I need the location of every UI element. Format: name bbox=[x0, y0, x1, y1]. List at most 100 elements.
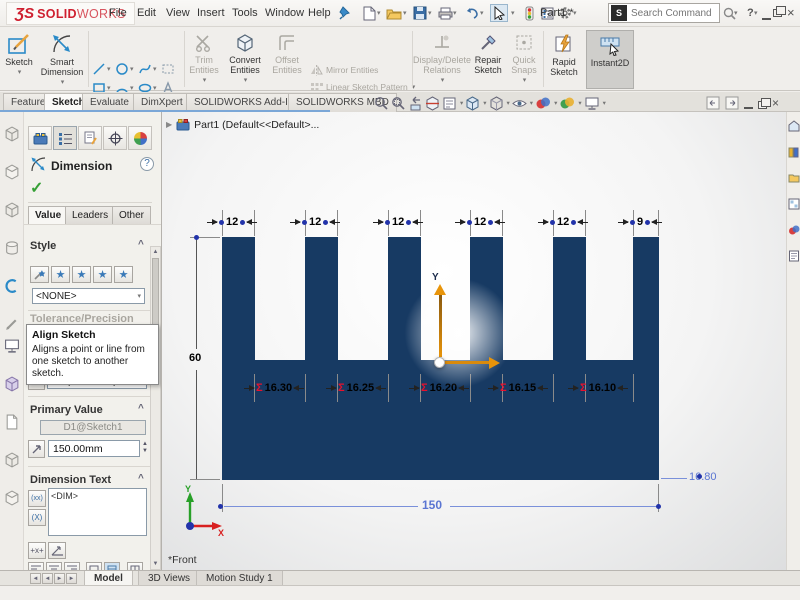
appearance-dropdown[interactable]: ▾ bbox=[554, 99, 557, 107]
smart-dimension-button[interactable]: Smart Dimension ▾ bbox=[38, 30, 86, 89]
dimension-text-collapse-icon[interactable]: ^ bbox=[138, 473, 144, 484]
sketch-button[interactable]: Sketch ▾ bbox=[2, 30, 36, 89]
zoom-to-fit-icon[interactable] bbox=[374, 96, 389, 111]
angle-text-button[interactable] bbox=[48, 542, 66, 559]
manipulator-up-arrow-icon[interactable] bbox=[434, 284, 446, 295]
tab-nav-last[interactable]: ► bbox=[66, 573, 77, 584]
graphics-viewport[interactable]: ▶ Part1 (Default<<Default>... 12 12 12 1… bbox=[162, 112, 786, 570]
text-position-button-2[interactable] bbox=[104, 562, 120, 570]
configuration-manager-tab[interactable] bbox=[78, 126, 102, 150]
left-toolbar-cube-icon-1[interactable] bbox=[4, 126, 20, 142]
style-collapse-icon[interactable]: ^ bbox=[138, 239, 144, 250]
subtab-leaders[interactable]: Leaders bbox=[65, 206, 116, 224]
tab-model[interactable]: Model bbox=[84, 571, 133, 586]
sketch-dropdown[interactable]: ▾ bbox=[18, 68, 22, 78]
convert-entities-button[interactable]: Convert Entities ▾ bbox=[223, 30, 267, 89]
dimension-top-6[interactable]: 9 bbox=[618, 216, 663, 228]
select-tool-icon[interactable] bbox=[490, 4, 508, 22]
align-sketch-icon[interactable] bbox=[4, 338, 20, 354]
tab-nav-first[interactable]: ◄ bbox=[30, 573, 41, 584]
circle-tool[interactable]: ▾ bbox=[115, 59, 136, 78]
dimension-top-5[interactable]: 12 bbox=[538, 216, 589, 228]
task-pane-file-explorer-icon[interactable] bbox=[788, 172, 800, 184]
annotation-dropdown[interactable]: ▾ bbox=[460, 99, 463, 107]
add-value-button[interactable]: +x+ bbox=[28, 542, 46, 559]
menu-tools[interactable]: Tools bbox=[227, 6, 263, 22]
lasso-tool[interactable] bbox=[161, 59, 182, 78]
sketch-tooth-1[interactable] bbox=[222, 237, 255, 361]
undo-icon[interactable] bbox=[463, 4, 481, 22]
manipulator-right-arrow-icon[interactable] bbox=[489, 357, 500, 369]
justify-center-button[interactable] bbox=[46, 562, 62, 570]
dim-text-circle-button[interactable]: (X) bbox=[28, 509, 46, 526]
left-toolbar-pencil-icon[interactable] bbox=[4, 316, 20, 332]
property-manager-tab[interactable] bbox=[53, 126, 77, 150]
hide-show-dropdown[interactable]: ▾ bbox=[530, 99, 533, 107]
left-toolbar-cube-icon-4[interactable] bbox=[4, 452, 20, 468]
sketch-tooth-6[interactable] bbox=[633, 237, 659, 361]
primary-value-collapse-icon[interactable]: ^ bbox=[138, 403, 144, 414]
task-pane-resources-icon[interactable] bbox=[788, 120, 800, 132]
justify-right-button[interactable] bbox=[64, 562, 80, 570]
tab-nav-next[interactable]: ► bbox=[54, 573, 65, 584]
view-settings-dropdown[interactable]: ▾ bbox=[603, 99, 606, 107]
menu-edit[interactable]: Edit bbox=[132, 6, 161, 22]
flyout-feature-tree[interactable]: ▶ Part1 (Default<<Default>... bbox=[166, 118, 319, 131]
spline-tool[interactable]: ▾ bbox=[138, 59, 159, 78]
print-dropdown[interactable]: ▾ bbox=[453, 9, 457, 17]
dimension-top-3[interactable]: 12 bbox=[373, 216, 424, 228]
print-icon[interactable] bbox=[436, 4, 454, 22]
sketch-tooth-5[interactable] bbox=[553, 237, 586, 361]
tab-motion-study[interactable]: Motion Study 1 bbox=[196, 571, 283, 586]
panel-scroll-up-icon[interactable]: ▲ bbox=[151, 247, 160, 257]
style-apply-default-button[interactable] bbox=[30, 266, 49, 283]
doc-next-icon[interactable] bbox=[725, 96, 739, 110]
dimension-value-input[interactable] bbox=[48, 440, 140, 457]
left-toolbar-sketch-arc-icon[interactable] bbox=[4, 278, 20, 294]
style-load-button[interactable]: ★ bbox=[114, 266, 133, 283]
menu-window[interactable]: Window bbox=[260, 6, 309, 22]
subtab-other[interactable]: Other bbox=[112, 206, 152, 224]
new-document-icon[interactable] bbox=[360, 4, 378, 22]
dynamic-annotation-icon[interactable] bbox=[442, 96, 457, 111]
style-save-button[interactable]: ★ bbox=[93, 266, 112, 283]
dimension-bottom-150[interactable]: 150 bbox=[422, 499, 442, 511]
dim-text-xx-button[interactable]: (xx) bbox=[28, 490, 46, 507]
justify-left-button[interactable] bbox=[28, 562, 44, 570]
menu-file[interactable]: File bbox=[104, 6, 132, 22]
style-section-header[interactable]: Style bbox=[30, 240, 56, 252]
view-settings-icon[interactable] bbox=[584, 96, 600, 111]
undo-dropdown[interactable]: ▾ bbox=[480, 9, 484, 17]
left-toolbar-cube-icon-3[interactable] bbox=[4, 202, 20, 218]
panel-help-icon[interactable]: ? bbox=[140, 157, 154, 171]
open-document-icon[interactable] bbox=[385, 4, 403, 22]
dimension-slot-5[interactable]: Σ 16.10 bbox=[568, 382, 629, 394]
dimension-left-60[interactable]: 60 bbox=[189, 353, 201, 364]
restore-button[interactable] bbox=[773, 6, 786, 17]
edit-appearance-icon[interactable] bbox=[535, 96, 551, 111]
section-view-icon[interactable] bbox=[425, 95, 440, 111]
text-position-button-3[interactable] bbox=[127, 562, 143, 570]
repair-sketch-button[interactable]: Repair Sketch bbox=[470, 30, 506, 89]
previous-view-icon[interactable] bbox=[408, 96, 423, 111]
style-delete-button[interactable]: ★ bbox=[72, 266, 91, 283]
menu-insert[interactable]: Insert bbox=[192, 6, 230, 22]
instant2d-button[interactable]: Instant2D bbox=[586, 30, 634, 89]
dimension-slot-4[interactable]: Σ 16.15 bbox=[488, 382, 549, 394]
tree-expand-icon[interactable]: ▶ bbox=[166, 120, 172, 129]
doc-restore-button[interactable] bbox=[758, 98, 771, 109]
dimension-text-area[interactable]: <DIM> bbox=[48, 488, 147, 536]
save-icon[interactable] bbox=[411, 4, 429, 22]
style-combo[interactable]: <NONE> ▾ bbox=[32, 288, 145, 304]
save-dropdown[interactable]: ▾ bbox=[428, 9, 432, 17]
tree-item-label[interactable]: Part1 (Default<<Default>... bbox=[194, 119, 319, 131]
hide-show-items-icon[interactable] bbox=[512, 96, 527, 111]
spinner-up-icon[interactable]: ▲ bbox=[142, 441, 148, 447]
task-pane-appearances-icon[interactable] bbox=[788, 224, 800, 236]
spinner-down-icon[interactable]: ▼ bbox=[142, 448, 148, 454]
ok-check-icon[interactable]: ✓ bbox=[30, 178, 43, 198]
display-style-dropdown[interactable]: ▾ bbox=[507, 99, 510, 107]
dim-150-right-endpoint[interactable] bbox=[656, 504, 661, 509]
pin-menu-icon[interactable] bbox=[336, 4, 354, 22]
left-toolbar-cylinder-icon[interactable] bbox=[4, 240, 20, 256]
